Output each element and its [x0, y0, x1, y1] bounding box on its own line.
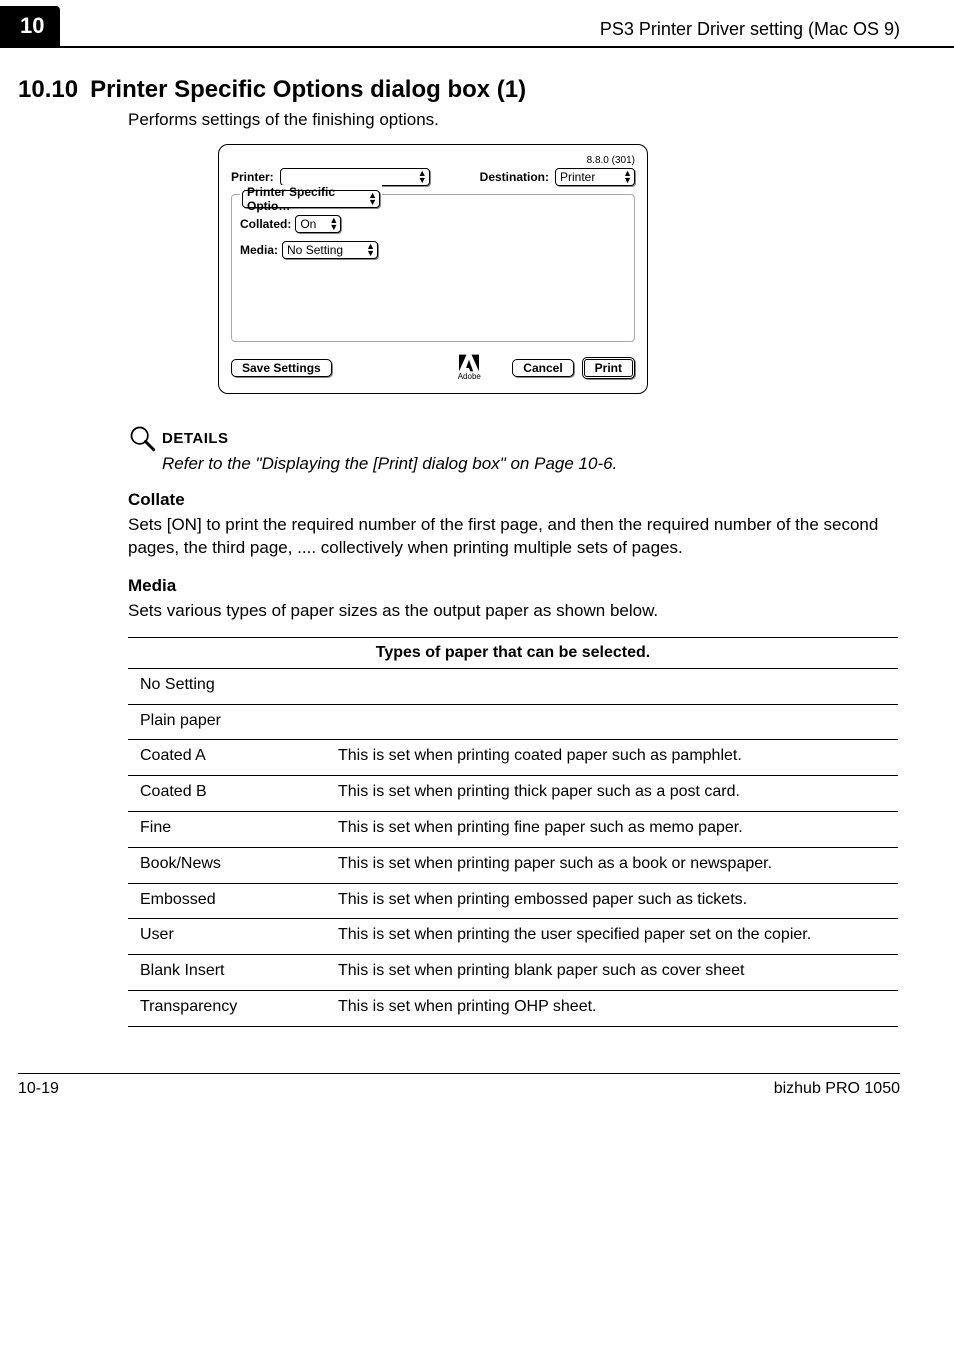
table-row: Book/NewsThis is set when printing paper…: [128, 847, 898, 883]
collated-select[interactable]: On ▲▼: [295, 215, 341, 233]
paper-type-desc: [338, 704, 898, 740]
page-footer: 10-19 bizhub PRO 1050: [18, 1073, 900, 1098]
paper-type-desc: This is set when printing OHP sheet.: [338, 990, 898, 1026]
chapter-number: 10: [0, 6, 60, 46]
collate-body: Sets [ON] to print the required number o…: [128, 514, 900, 560]
details-text: Refer to the "Displaying the [Print] dia…: [162, 454, 900, 474]
paper-type-desc: This is set when printing the user speci…: [338, 919, 898, 955]
media-select[interactable]: No Setting ▲▼: [282, 241, 378, 259]
paper-types-table: Types of paper that can be selected. No …: [128, 637, 898, 1027]
category-value: Printer Specific Optio…: [247, 185, 368, 213]
media-heading: Media: [128, 576, 900, 596]
section-heading: 10.10 Printer Specific Options dialog bo…: [18, 76, 900, 104]
paper-type-name: Coated A: [128, 740, 338, 776]
table-row: Plain paper: [128, 704, 898, 740]
header-title: PS3 Printer Driver setting (Mac OS 9): [600, 19, 954, 46]
print-button[interactable]: Print: [582, 357, 635, 379]
table-row: Coated BThis is set when printing thick …: [128, 776, 898, 812]
table-row: Blank InsertThis is set when printing bl…: [128, 955, 898, 991]
destination-label: Destination:: [480, 170, 549, 184]
table-caption: Types of paper that can be selected.: [128, 637, 898, 668]
paper-type-name: Blank Insert: [128, 955, 338, 991]
details-label: DETAILS: [162, 430, 229, 447]
paper-type-name: Fine: [128, 812, 338, 848]
paper-type-desc: This is set when printing blank paper su…: [338, 955, 898, 991]
paper-type-name: Transparency: [128, 990, 338, 1026]
paper-type-name: Embossed: [128, 883, 338, 919]
adobe-logo: Adobe: [458, 354, 481, 381]
page-header: 10 PS3 Printer Driver setting (Mac OS 9): [0, 0, 954, 48]
printer-select[interactable]: ▲▼: [280, 168, 430, 186]
section-number: 10.10: [18, 76, 78, 104]
paper-type-name: No Setting: [128, 668, 338, 704]
paper-type-desc: This is set when printing fine paper suc…: [338, 812, 898, 848]
magnifier-icon: [128, 424, 156, 452]
media-label: Media:: [240, 243, 278, 257]
updown-icon: ▲▼: [623, 170, 630, 184]
table-row: FineThis is set when printing fine paper…: [128, 812, 898, 848]
collate-heading: Collate: [128, 490, 900, 510]
paper-type-name: Book/News: [128, 847, 338, 883]
paper-type-desc: This is set when printing embossed paper…: [338, 883, 898, 919]
paper-type-name: User: [128, 919, 338, 955]
updown-icon: ▲▼: [368, 192, 375, 206]
table-row: UserThis is set when printing the user s…: [128, 919, 898, 955]
paper-type-desc: This is set when printing thick paper su…: [338, 776, 898, 812]
table-row: No Setting: [128, 668, 898, 704]
destination-select[interactable]: Printer ▲▼: [555, 168, 635, 186]
printer-label: Printer:: [231, 170, 274, 184]
section-intro: Performs settings of the finishing optio…: [128, 110, 900, 130]
table-row: Coated AThis is set when printing coated…: [128, 740, 898, 776]
save-settings-button[interactable]: Save Settings: [231, 359, 332, 377]
details-callout: DETAILS Refer to the "Displaying the [Pr…: [128, 424, 900, 474]
product-name: bizhub PRO 1050: [774, 1080, 900, 1098]
media-body: Sets various types of paper sizes as the…: [128, 600, 900, 623]
table-row: TransparencyThis is set when printing OH…: [128, 990, 898, 1026]
section-title: Printer Specific Options dialog box (1): [90, 76, 526, 104]
collated-value: On: [300, 217, 316, 231]
paper-type-desc: This is set when printing coated paper s…: [338, 740, 898, 776]
updown-icon: ▲▼: [366, 243, 373, 257]
destination-value: Printer: [560, 170, 595, 184]
collated-label: Collated:: [240, 217, 291, 231]
dialog-options-group: Printer Specific Optio… ▲▼ Collated: On …: [231, 194, 635, 342]
updown-icon: ▲▼: [418, 170, 425, 184]
paper-type-name: Plain paper: [128, 704, 338, 740]
table-row: EmbossedThis is set when printing emboss…: [128, 883, 898, 919]
adobe-caption: Adobe: [458, 372, 481, 381]
paper-type-name: Coated B: [128, 776, 338, 812]
media-value: No Setting: [287, 243, 343, 257]
updown-icon: ▲▼: [329, 217, 336, 231]
page-number: 10-19: [18, 1080, 59, 1098]
cancel-button[interactable]: Cancel: [512, 359, 573, 377]
category-select[interactable]: Printer Specific Optio… ▲▼: [242, 190, 380, 208]
dialog-version: 8.8.0 (301): [231, 155, 635, 166]
paper-type-desc: This is set when printing paper such as …: [338, 847, 898, 883]
print-dialog: 8.8.0 (301) Printer: ▲▼ Destination: Pri…: [218, 144, 648, 394]
paper-type-desc: [338, 668, 898, 704]
